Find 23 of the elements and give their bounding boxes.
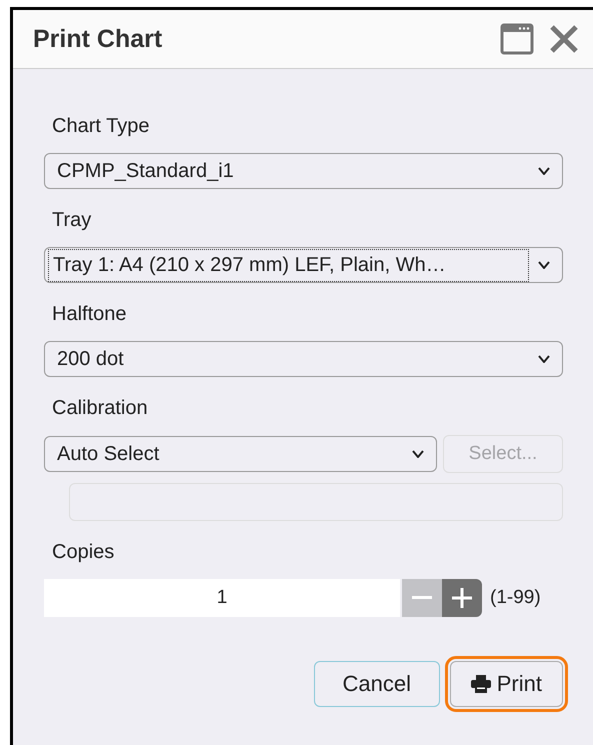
field-label: Halftone bbox=[52, 303, 128, 326]
dropdown[interactable]: Tray 1: A4 (210 x 297 mm) LEF, Plain, Wh… bbox=[44, 247, 563, 283]
copies-input[interactable]: 1 bbox=[44, 579, 400, 617]
dropdown[interactable]: Auto Select bbox=[44, 436, 437, 472]
chevron-down-icon bbox=[538, 355, 550, 363]
plus-icon bbox=[452, 588, 472, 608]
minus-icon bbox=[412, 596, 432, 600]
field-label: Copies bbox=[52, 541, 116, 564]
chevron-down-icon bbox=[412, 450, 424, 458]
dropdown[interactable]: 200 dot bbox=[44, 341, 563, 377]
window-title: Print Chart bbox=[33, 24, 162, 54]
maximize-icon[interactable] bbox=[500, 23, 534, 55]
field-label: Calibration bbox=[52, 397, 149, 420]
cancel-button[interactable]: Cancel bbox=[314, 661, 440, 707]
chevron-down-icon bbox=[538, 167, 550, 175]
close-icon[interactable] bbox=[548, 23, 580, 55]
chevron-down-icon bbox=[538, 261, 550, 269]
dropdown[interactable]: CPMP_Standard_i1 bbox=[44, 153, 563, 189]
range-hint: (1-99) bbox=[490, 587, 541, 609]
field-label: Tray bbox=[52, 209, 92, 232]
printer-icon bbox=[470, 675, 491, 693]
field-label: Chart Type bbox=[52, 115, 150, 138]
plus-button[interactable] bbox=[442, 579, 482, 617]
